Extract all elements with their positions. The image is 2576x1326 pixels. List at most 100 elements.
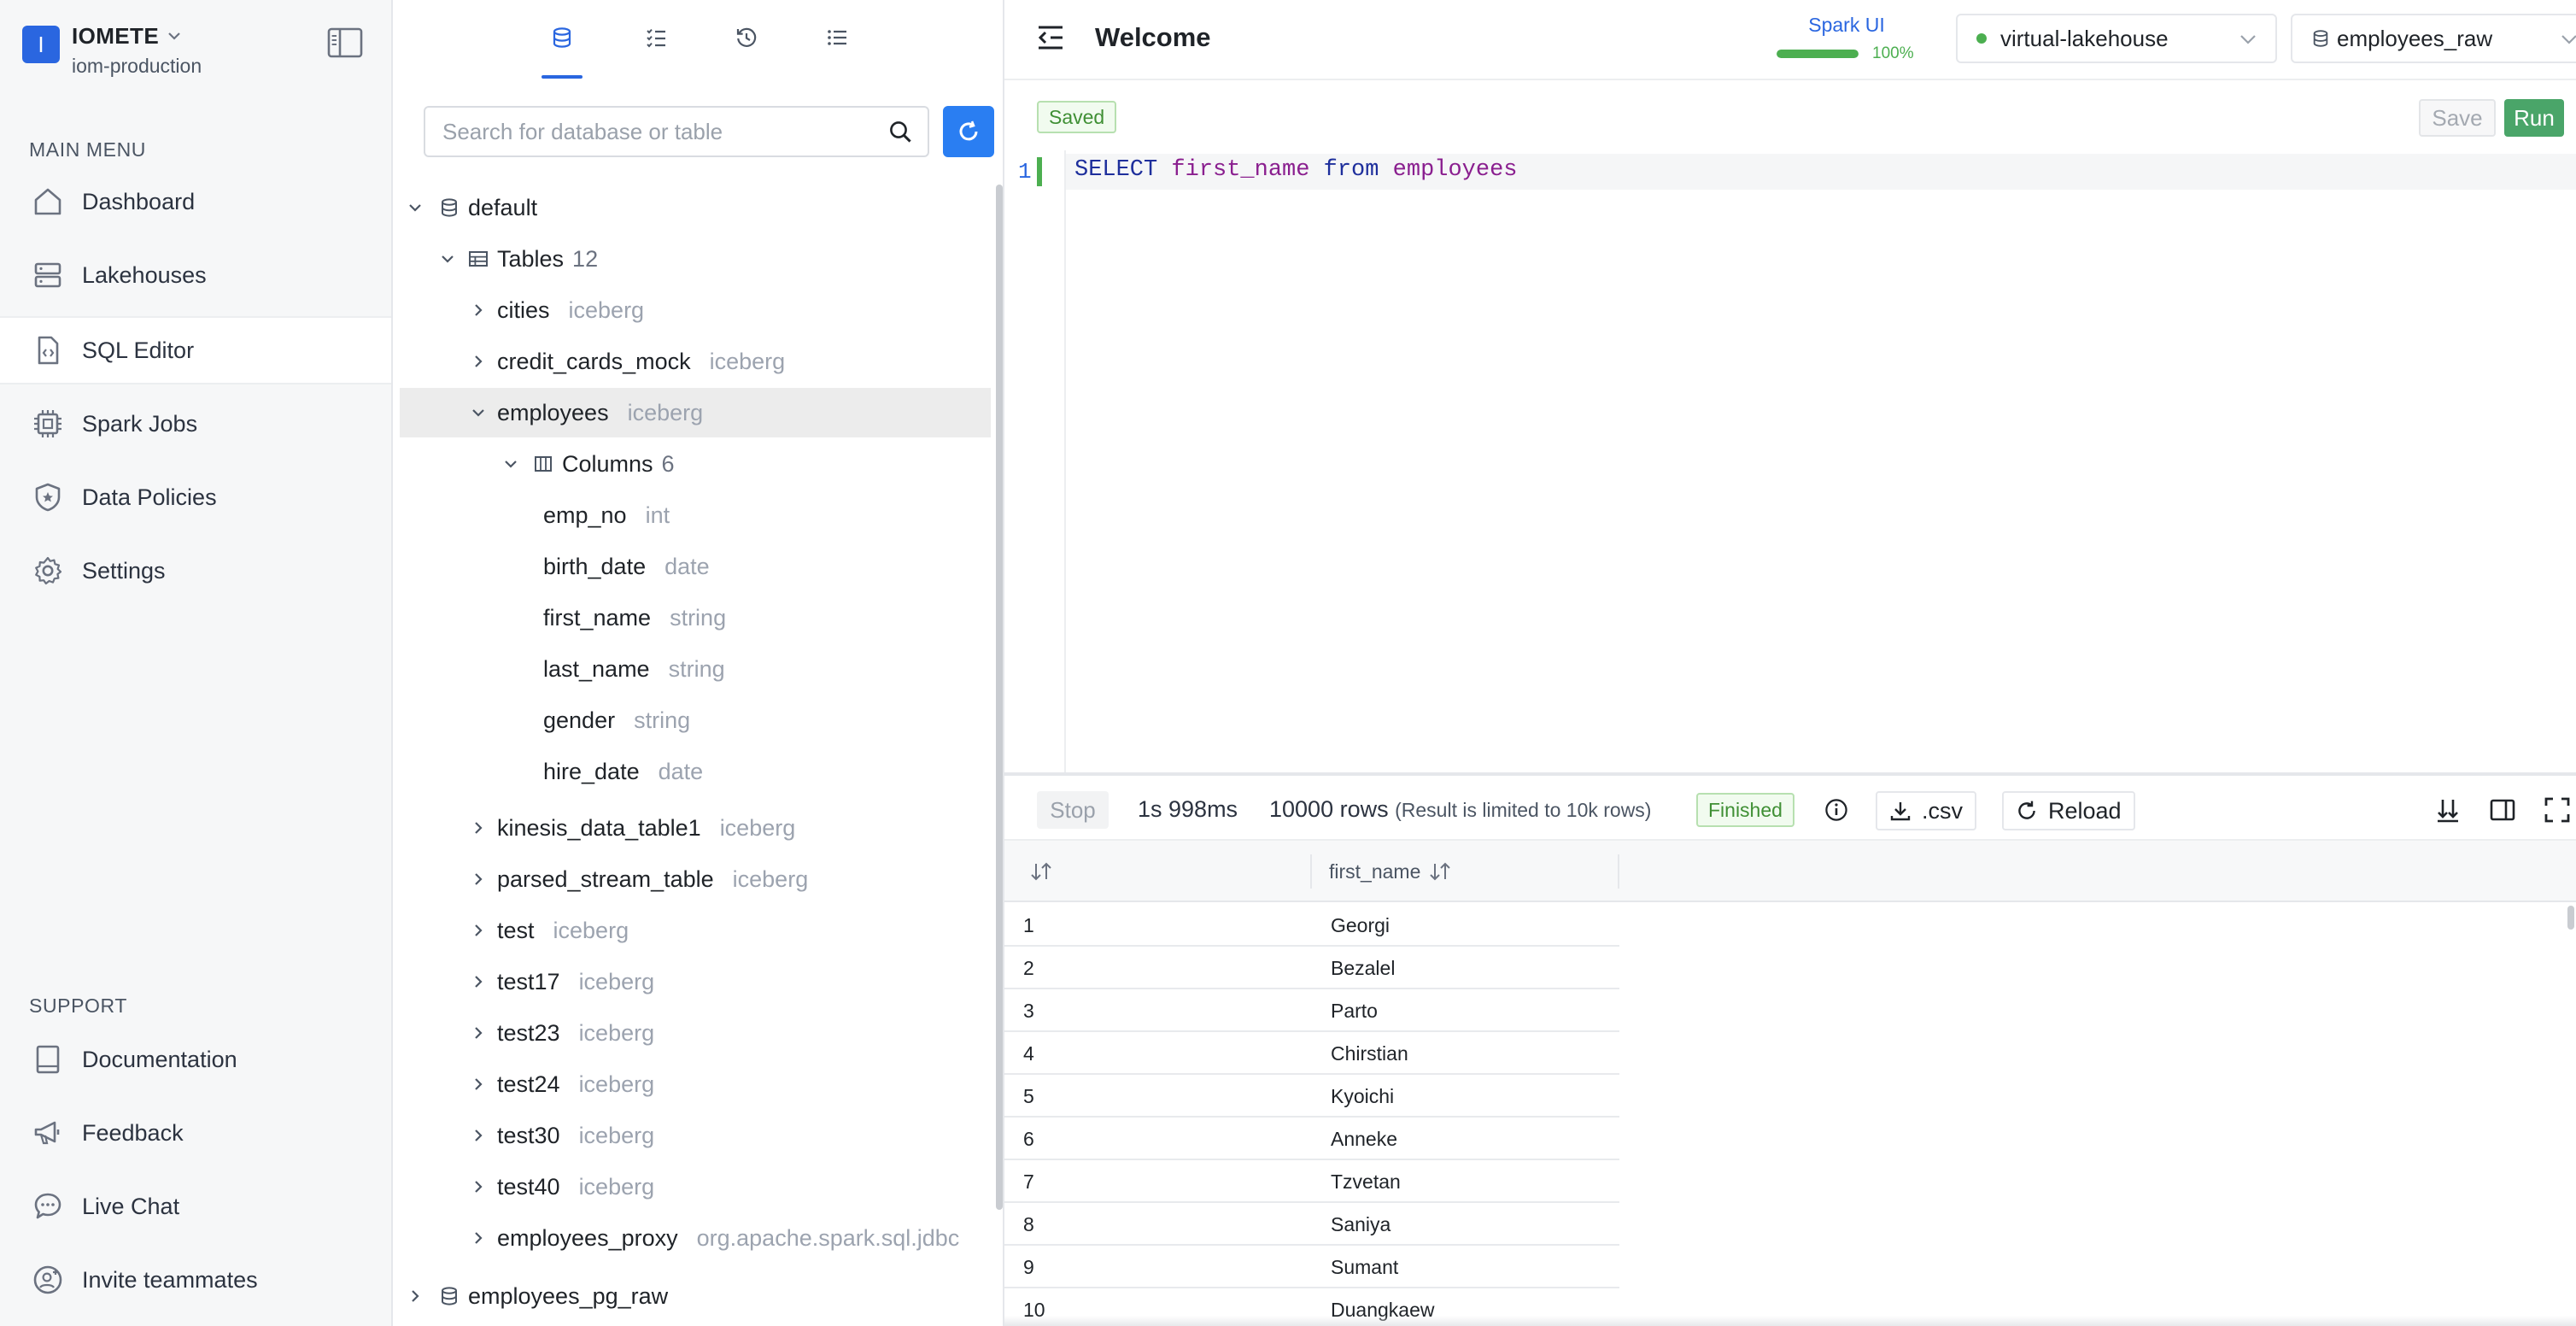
tree-node-database[interactable]: employees_pg_raw (400, 1271, 991, 1321)
column-header-first-name[interactable]: first_name (1329, 841, 1451, 902)
row-number: 2 (1023, 957, 1034, 979)
sort-icon[interactable] (1429, 862, 1451, 881)
tree-node-table[interactable]: test40 iceberg (400, 1162, 991, 1212)
lakehouse-select[interactable]: virtual-lakehouse (1956, 14, 2277, 63)
reload-button[interactable]: Reload (2002, 791, 2135, 830)
gear-icon (31, 554, 65, 588)
chevron-down-icon[interactable] (403, 196, 427, 220)
main-menu-label: MAIN MENU (29, 138, 147, 161)
table-row[interactable]: 1 Georgi (1004, 904, 1619, 947)
tab-databases[interactable] (545, 21, 579, 55)
checklist-icon (645, 26, 667, 49)
table-row[interactable]: 3 Parto (1004, 989, 1619, 1032)
nav-spark-jobs[interactable]: Spark Jobs (0, 390, 391, 458)
table-row[interactable]: 4 Chirstian (1004, 1032, 1619, 1075)
run-button[interactable]: Run (2504, 99, 2564, 137)
chevron-right-icon[interactable] (466, 1226, 490, 1250)
chevron-right-icon[interactable] (466, 1072, 490, 1096)
spark-ui-link[interactable]: Spark UI (1777, 14, 1917, 37)
chevron-down-icon[interactable] (499, 452, 523, 476)
tree-node-table[interactable]: credit_cards_mock iceberg (400, 337, 991, 386)
table-row[interactable]: 5 Kyoichi (1004, 1075, 1619, 1118)
sql-identifier: employees (1392, 157, 1518, 183)
column-divider[interactable] (1618, 854, 1619, 889)
tree-node-table-selected[interactable]: employees iceberg (400, 388, 991, 437)
tree-node-table[interactable]: test iceberg (400, 906, 991, 955)
chevron-right-icon[interactable] (466, 1175, 490, 1199)
stop-button[interactable]: Stop (1037, 791, 1109, 829)
tree-node-table[interactable]: test17 iceberg (400, 957, 991, 1006)
chevron-right-icon[interactable] (466, 918, 490, 942)
save-button[interactable]: Save (2419, 99, 2496, 137)
tree-node-tables-folder[interactable]: Tables 12 (400, 234, 991, 284)
table-row[interactable]: 2 Bezalel (1004, 947, 1619, 989)
chevron-right-icon[interactable] (466, 1124, 490, 1147)
scroll-to-bottom-icon[interactable] (2433, 795, 2463, 825)
split-view-icon[interactable] (2487, 795, 2518, 825)
worksheet-title[interactable]: Welcome (1095, 22, 1211, 53)
tree-node-table[interactable]: test30 iceberg (400, 1111, 991, 1160)
sidebar-collapse-button[interactable] (325, 24, 366, 62)
chevron-right-icon[interactable] (466, 298, 490, 322)
chevron-right-icon[interactable] (466, 1021, 490, 1045)
nav-lakehouses[interactable]: Lakehouses (0, 241, 391, 309)
chevron-right-icon[interactable] (466, 816, 490, 840)
fullscreen-icon[interactable] (2542, 795, 2573, 825)
nav-settings[interactable]: Settings (0, 537, 391, 605)
tree-node-column[interactable]: gender string (400, 695, 991, 745)
tab-list[interactable] (820, 21, 854, 55)
tree-node-table[interactable]: employees_proxy org.apache.spark.sql.jdb… (400, 1213, 991, 1263)
table-row[interactable]: 8 Saniya (1004, 1203, 1619, 1246)
tree-node-column[interactable]: birth_date date (400, 542, 991, 591)
nav-data-policies[interactable]: Data Policies (0, 463, 391, 531)
refresh-button[interactable] (943, 106, 994, 157)
tree-node-table[interactable]: parsed_stream_table iceberg (400, 854, 991, 904)
chevron-down-icon[interactable] (436, 247, 460, 271)
search-input[interactable] (425, 108, 869, 155)
nav-sql-editor[interactable]: SQL Editor (0, 316, 391, 384)
tree-node-table[interactable]: kinesis_data_table1 iceberg (400, 803, 991, 853)
tree-node-database[interactable]: default (400, 183, 991, 232)
info-icon[interactable] (1821, 795, 1852, 825)
tree-node-column[interactable]: emp_no int (400, 490, 991, 540)
sort-icon[interactable] (1030, 862, 1052, 881)
nav-dashboard[interactable]: Dashboard (0, 167, 391, 236)
code-editor[interactable]: 1 SELECT first_name from employees (1004, 150, 2576, 772)
spark-ui-status[interactable]: Spark UI 100% (1777, 14, 1917, 62)
nav-live-chat[interactable]: Live Chat (0, 1172, 391, 1241)
chevron-down-icon[interactable] (466, 401, 490, 425)
chat-icon (31, 1189, 65, 1223)
tree-node-table[interactable]: test23 iceberg (400, 1008, 991, 1058)
sql-query[interactable]: SELECT first_name from employees (1074, 157, 1518, 183)
table-row[interactable]: 9 Sumant (1004, 1246, 1619, 1288)
table-row[interactable]: 7 Tzvetan (1004, 1160, 1619, 1203)
nav-invite-teammates[interactable]: Invite teammates (0, 1246, 391, 1314)
tree-node-column[interactable]: last_name string (400, 644, 991, 694)
tree-node-columns-folder[interactable]: Columns 6 (400, 439, 991, 489)
download-csv-button[interactable]: .csv (1876, 791, 1977, 830)
tree-node-column[interactable]: first_name string (400, 593, 991, 642)
search-icon[interactable] (888, 120, 912, 144)
tab-worksheets[interactable] (639, 21, 673, 55)
tree-label: employees_pg_raw (468, 1282, 669, 1309)
chevron-right-icon[interactable] (466, 349, 490, 373)
nav-feedback[interactable]: Feedback (0, 1099, 391, 1167)
tree-node-column[interactable]: hire_date date (400, 747, 991, 796)
table-row[interactable]: 6 Anneke (1004, 1118, 1619, 1160)
org-switcher[interactable]: I IOMETE iom-production (22, 22, 202, 78)
database-select[interactable]: employees_raw (2291, 14, 2576, 63)
tree-label: test17 (497, 968, 560, 994)
chevron-right-icon[interactable] (466, 970, 490, 994)
column-divider[interactable] (1310, 854, 1312, 889)
explorer-scrollbar[interactable] (996, 185, 1003, 1210)
nav-documentation[interactable]: Documentation (0, 1025, 391, 1094)
tree-node-database[interactable]: employees_raw (400, 1323, 991, 1326)
collapse-panel-icon[interactable] (1035, 22, 1066, 53)
row-number-header[interactable] (1030, 841, 1052, 902)
grid-scrollbar[interactable] (2567, 906, 2574, 930)
tab-history[interactable] (729, 21, 764, 55)
tree-node-table[interactable]: test24 iceberg (400, 1059, 991, 1109)
chevron-right-icon[interactable] (403, 1284, 427, 1308)
chevron-right-icon[interactable] (466, 867, 490, 891)
tree-node-table[interactable]: cities iceberg (400, 285, 991, 335)
